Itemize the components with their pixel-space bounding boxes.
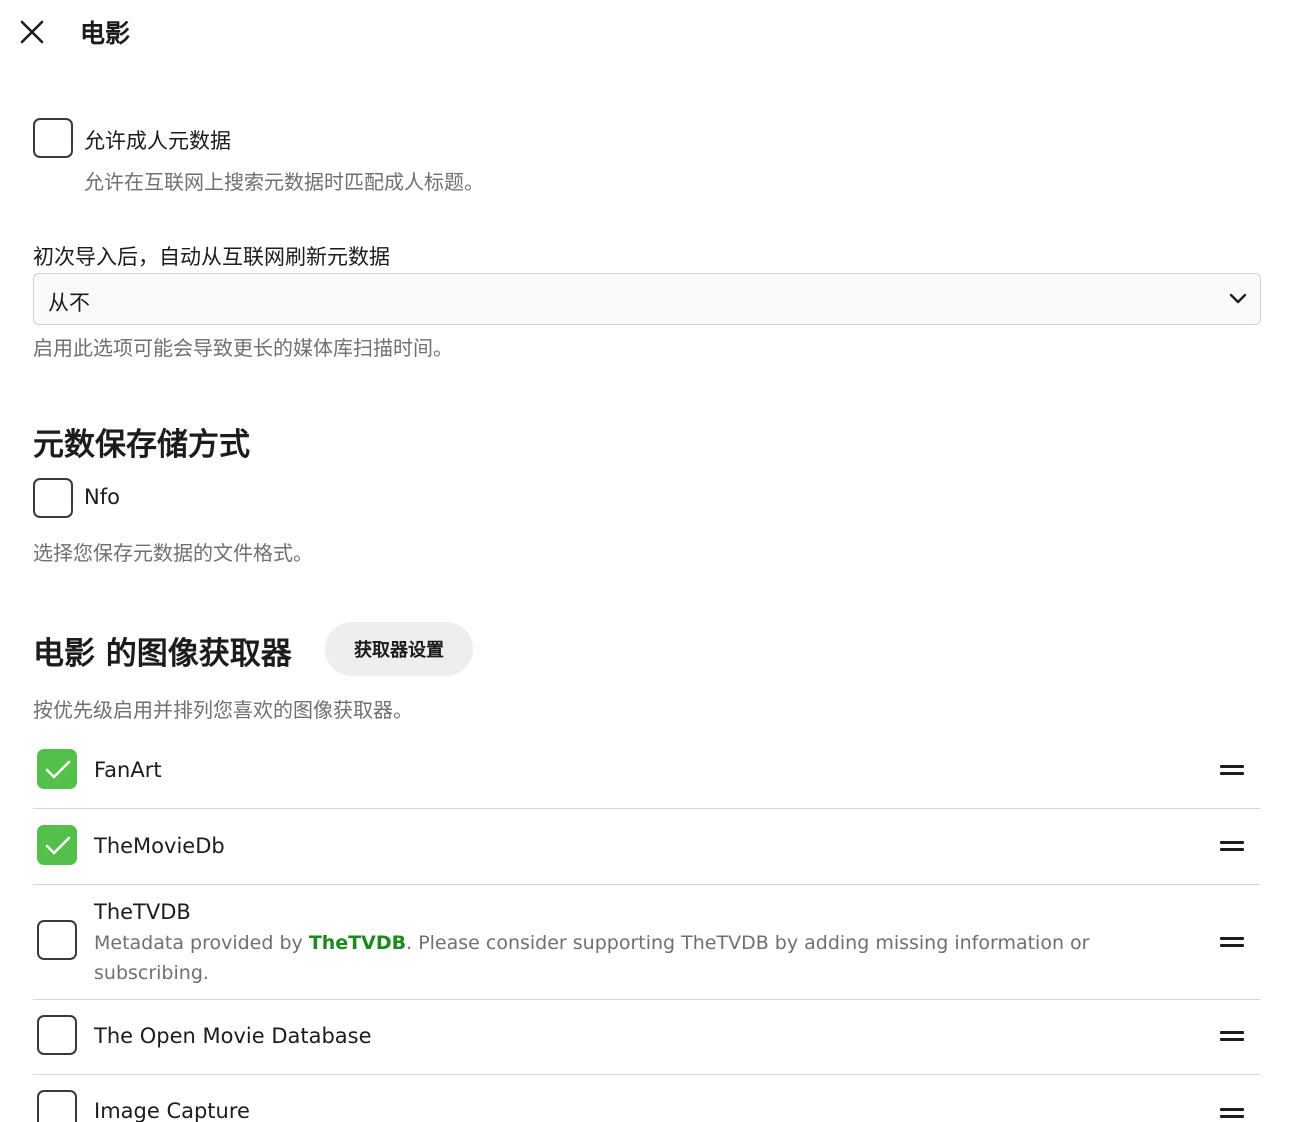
drag-handle-icon[interactable] [1220,1108,1244,1120]
image-fetchers-title: 电影 的图像获取器 [33,636,292,672]
omdb-checkbox[interactable] [37,1015,77,1055]
thetvdb-description: Metadata provided by TheTVDB. Please con… [94,928,1094,988]
themoviedb-checkbox[interactable] [37,825,77,865]
image-fetchers-help: 按优先级启用并排列您喜欢的图像获取器。 [33,698,413,722]
thetvdb-checkbox[interactable] [37,920,77,960]
adult-metadata-help: 允许在互联网上搜索元数据时匹配成人标题。 [84,170,484,194]
drag-handle-icon[interactable] [1220,1031,1244,1043]
checkmark-icon [45,836,71,855]
header: 电影 [0,0,1314,64]
thetvdb-desc-prefix: Metadata provided by [94,932,309,954]
fetcher-row-omdb: The Open Movie Database [33,1000,1260,1075]
nfo-checkbox[interactable] [33,478,73,518]
fetcher-settings-button[interactable]: 获取器设置 [325,622,473,676]
adult-metadata-checkbox[interactable] [33,118,73,158]
image-capture-checkbox[interactable] [37,1090,77,1122]
fetcher-row-thetvdb: TheTVDB Metadata provided by TheTVDB. Pl… [33,885,1260,1000]
library-movie-settings-page: 电影 允许成人元数据 允许在互联网上搜索元数据时匹配成人标题。 初次导入后，自动… [0,0,1314,1122]
drag-handle-icon[interactable] [1220,841,1244,853]
fetcher-name: FanArt [94,758,162,782]
refresh-label: 初次导入后，自动从互联网刷新元数据 [33,245,390,269]
adult-metadata-label: 允许成人元数据 [84,129,231,153]
fetcher-row-themoviedb: TheMovieDb [33,809,1260,885]
page-title: 电影 [80,19,131,48]
checkmark-icon [45,760,71,779]
fetcher-name: TheTVDB [94,900,191,924]
fetcher-name: Image Capture [94,1099,250,1122]
drag-handle-icon[interactable] [1220,765,1244,777]
refresh-select[interactable]: 从不 [33,273,1261,325]
thetvdb-link[interactable]: TheTVDB [309,932,406,954]
fetcher-name: The Open Movie Database [94,1024,372,1048]
metadata-savers-help: 选择您保存元数据的文件格式。 [33,541,313,565]
refresh-select-value: 从不 [48,291,90,315]
fetcher-row-fanart: FanArt [33,733,1260,809]
metadata-savers-title: 元数保存储方式 [33,427,250,463]
chevron-down-icon [1229,293,1247,304]
close-icon [20,20,44,44]
drag-handle-icon[interactable] [1220,937,1244,949]
close-button[interactable] [18,18,46,46]
fanart-checkbox[interactable] [37,749,77,789]
refresh-help: 启用此选项可能会导致更长的媒体库扫描时间。 [33,336,453,360]
fetcher-name: TheMovieDb [94,834,225,858]
nfo-label: Nfo [84,485,120,509]
fetcher-row-image-capture: Image Capture [33,1075,1260,1122]
